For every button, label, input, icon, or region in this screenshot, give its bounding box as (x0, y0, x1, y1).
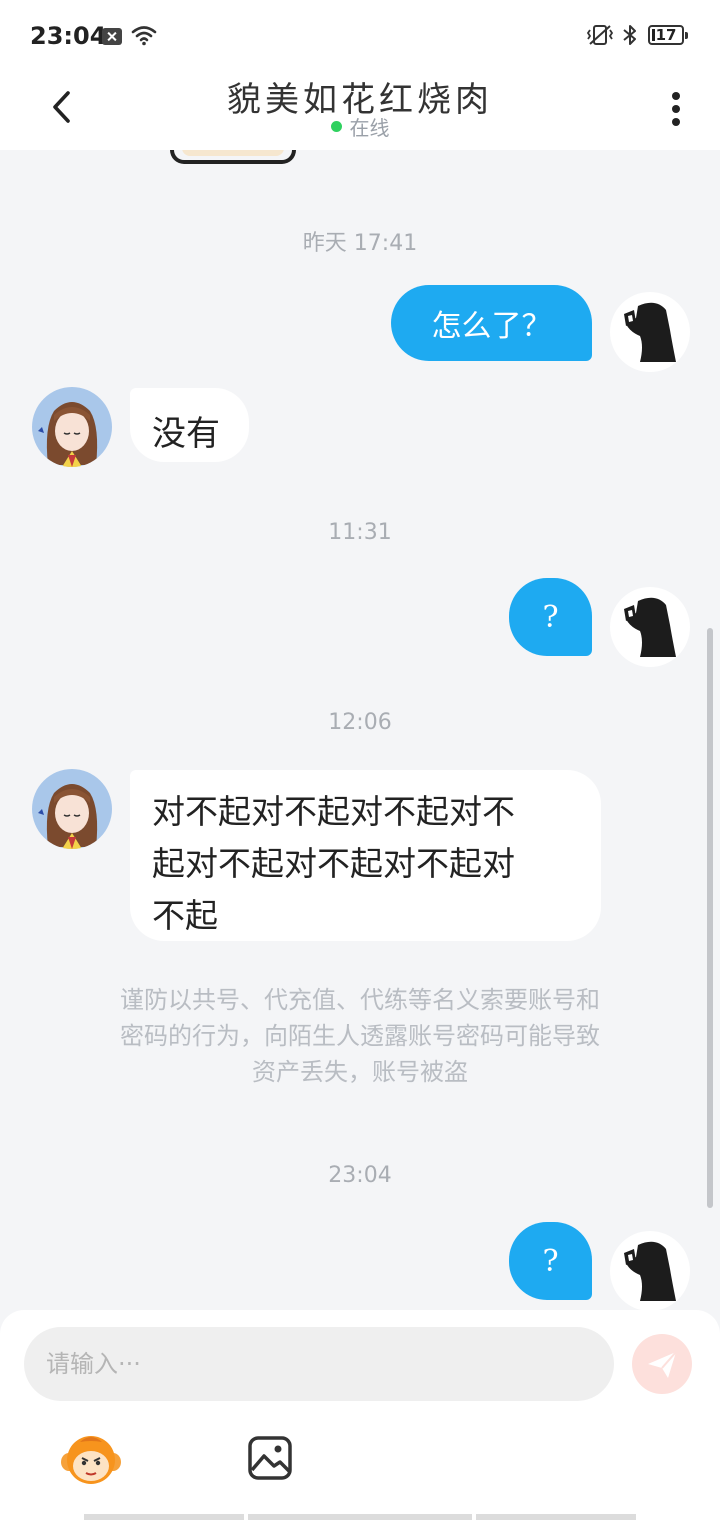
message-bubble-outgoing[interactable]: 怎么了？ (391, 285, 592, 361)
silhouette-avatar-icon (610, 1231, 690, 1310)
message-bubble-outgoing[interactable]: ? (509, 578, 592, 656)
chat-screen: 23:04 17 貌美如花红烧肉 在线 昨天 17:41 怎么了？ 没有 11:… (0, 0, 720, 1520)
monkey-emoji-icon (61, 1436, 121, 1484)
timestamp: 昨天 17:41 (302, 231, 418, 256)
my-avatar[interactable] (610, 292, 690, 372)
message-bubble-outgoing[interactable]: ? (509, 1222, 592, 1300)
timestamp: 23:04 (328, 1163, 392, 1188)
online-status: 在线 (0, 112, 720, 141)
bluetooth-icon (623, 25, 636, 45)
my-avatar[interactable] (610, 1231, 690, 1310)
message-input[interactable] (24, 1327, 614, 1401)
message-line: 起对不起对不起对不起对 (152, 844, 515, 883)
more-options-button[interactable] (660, 80, 694, 130)
scrollbar[interactable] (707, 628, 713, 1208)
send-button[interactable] (632, 1334, 692, 1394)
contact-avatar[interactable] (32, 387, 112, 467)
notification-x-icon (102, 28, 122, 45)
warning-line: 谨防以共号、代充值、代练等名义索要账号和 (120, 986, 600, 1014)
silhouette-avatar-icon (610, 587, 690, 667)
warning-line: 资产丢失，账号被盗 (252, 1058, 468, 1086)
timestamp: 12:06 (328, 710, 392, 735)
paper-plane-icon (648, 1351, 677, 1378)
wifi-icon (131, 26, 157, 46)
message-line: 不起 (152, 896, 218, 935)
input-area (0, 1310, 720, 1520)
sticker-image[interactable] (170, 150, 296, 164)
security-warning: 谨防以共号、代充值、代练等名义索要账号和 密码的行为，向陌生人透露账号密码可能导… (70, 982, 650, 1090)
contact-avatar[interactable] (32, 769, 112, 849)
message-bubble-incoming[interactable]: 没有 (130, 388, 249, 462)
message-list[interactable]: 昨天 17:41 怎么了？ 没有 11:31 ? 12:06 对不起对不起对不起… (0, 150, 720, 1310)
timestamp: 11:31 (328, 520, 392, 545)
status-time: 23:04 (30, 22, 107, 50)
more-dot (672, 118, 680, 126)
online-dot (330, 121, 342, 132)
message-line: 对不起对不起对不起对不 (152, 792, 515, 831)
warning-line: 密码的行为，向陌生人透露账号密码可能导致 (120, 1022, 600, 1050)
image-button[interactable] (246, 1434, 294, 1482)
more-dot (672, 105, 680, 113)
anime-girl-avatar-icon (32, 769, 112, 849)
message-bubble-incoming[interactable]: 对不起对不起对不起对不 起对不起对不起对不起对 不起 (130, 770, 601, 941)
tab-indicator (248, 1514, 472, 1520)
tab-indicator (476, 1514, 636, 1520)
chat-header: 貌美如花红烧肉 在线 (0, 72, 720, 150)
silhouette-avatar-icon (610, 292, 690, 372)
status-bar: 23:04 17 (0, 0, 720, 72)
image-icon (248, 1436, 292, 1480)
more-dot (672, 92, 680, 100)
my-avatar[interactable] (610, 587, 690, 667)
vibrate-icon (586, 25, 614, 45)
emoji-button[interactable] (60, 1432, 122, 1488)
battery-icon: 17 (648, 25, 688, 45)
tab-indicator (84, 1514, 244, 1520)
online-label: 在线 (349, 116, 390, 140)
anime-girl-avatar-icon (32, 387, 112, 467)
